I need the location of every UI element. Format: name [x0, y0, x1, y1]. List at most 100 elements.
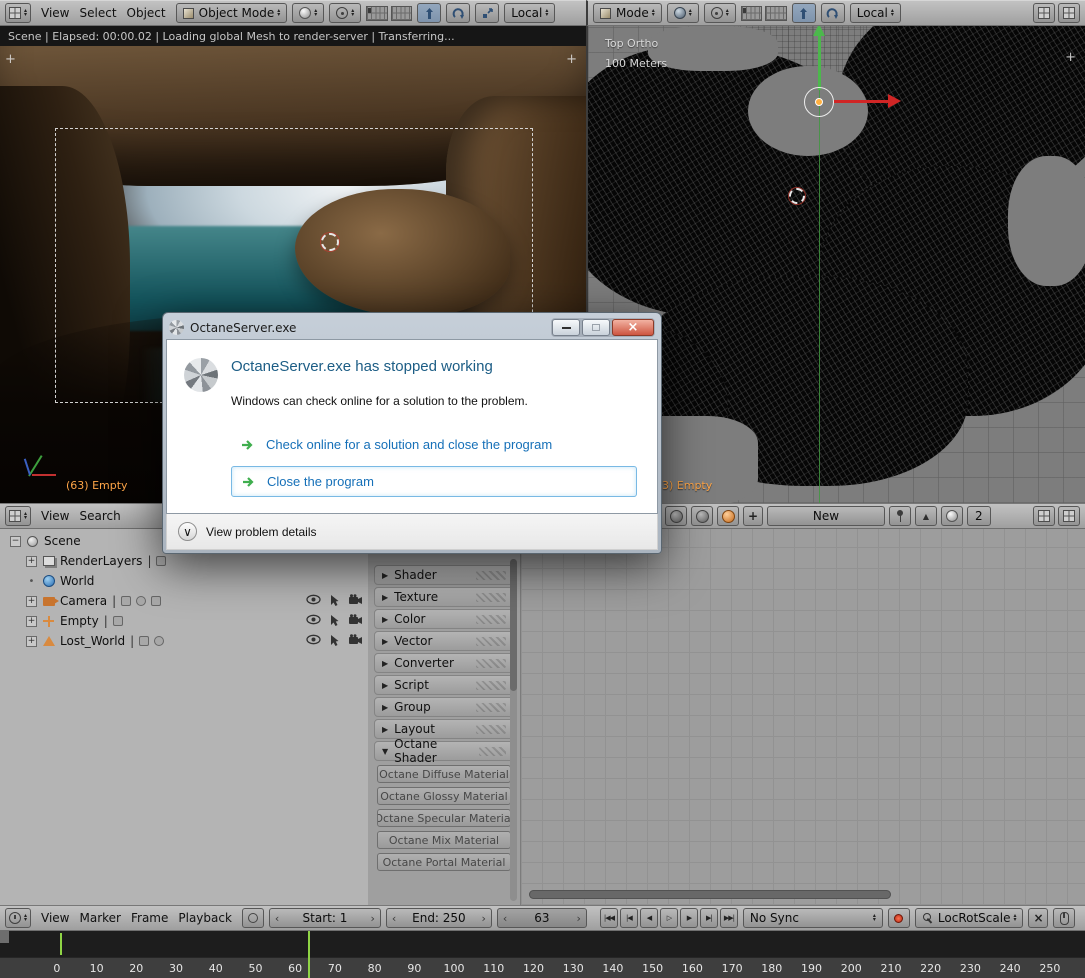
- shelf-panel-header[interactable]: Shader: [374, 565, 514, 585]
- keying-set-select[interactable]: LocRotScale: [914, 908, 1024, 928]
- shelf-scrollbar[interactable]: [510, 559, 517, 901]
- check-online-link[interactable]: Check online for a solution and close th…: [231, 430, 637, 459]
- shelf-panel-header[interactable]: Texture: [374, 587, 514, 607]
- outliner-row-lost-world[interactable]: Lost_World |: [0, 631, 368, 651]
- maximize-button[interactable]: [582, 319, 610, 336]
- layers-grid[interactable]: [366, 5, 413, 21]
- insert-keyframe-button[interactable]: [1053, 908, 1076, 928]
- octane-material-button[interactable]: Octane Diffuse Material: [377, 765, 511, 783]
- menu-item[interactable]: View: [36, 911, 74, 925]
- shelf-panel-header[interactable]: Color: [374, 609, 514, 629]
- orientation-select[interactable]: Local: [504, 3, 556, 23]
- dialog-footer[interactable]: View problem details: [166, 514, 658, 550]
- shelf-panel-header-octane[interactable]: Octane Shader: [374, 737, 514, 765]
- renderability-toggle[interactable]: [348, 634, 363, 648]
- screen-button[interactable]: [1033, 3, 1055, 23]
- octane-material-button[interactable]: Octane Mix Material: [377, 831, 511, 849]
- texture-type-button[interactable]: [691, 506, 713, 526]
- outliner-row-renderlayers[interactable]: RenderLayers |: [0, 551, 368, 571]
- manipulator-x-arrow[interactable]: [834, 100, 890, 103]
- shading-select[interactable]: [292, 3, 325, 23]
- menu-item[interactable]: Marker: [75, 911, 126, 925]
- close-button[interactable]: [612, 319, 654, 336]
- jump-prev-key-button[interactable]: [619, 908, 638, 928]
- shelf-panel-header[interactable]: Converter: [374, 653, 514, 673]
- new-window-button[interactable]: [1058, 506, 1080, 526]
- crash-dialog[interactable]: OctaneServer.exe OctaneServer.exe has st…: [162, 312, 662, 554]
- renderability-toggle[interactable]: [348, 614, 363, 628]
- screen-button[interactable]: [1033, 506, 1055, 526]
- timeline-ruler[interactable]: 0 10 20 30 40 50 60 70 80 90 100 110 120 130 140 150 160…: [0, 957, 1085, 978]
- step-back-button[interactable]: [639, 908, 658, 928]
- play-reverse-button[interactable]: [659, 908, 678, 928]
- node-editor-canvas[interactable]: [520, 527, 1085, 905]
- add-button[interactable]: [743, 506, 763, 526]
- translate-manipulator-button[interactable]: [791, 3, 816, 23]
- close-program-link[interactable]: Close the program: [231, 466, 637, 497]
- jump-end-button[interactable]: [719, 908, 738, 928]
- editor-type-button[interactable]: [5, 908, 32, 928]
- menu-item[interactable]: Frame: [126, 911, 173, 925]
- scale-manipulator-button[interactable]: [475, 3, 500, 23]
- material-type-button[interactable]: [665, 506, 687, 526]
- current-frame-line[interactable]: [308, 931, 310, 978]
- visibility-toggle[interactable]: [306, 634, 321, 648]
- clear-keying-set-button[interactable]: [1028, 908, 1049, 928]
- manipulator-y-arrow[interactable]: [818, 34, 821, 90]
- pivot-select[interactable]: [703, 3, 736, 23]
- preview-range-button[interactable]: [241, 908, 264, 928]
- selectability-toggle[interactable]: [329, 594, 339, 610]
- new-window-button[interactable]: [1058, 3, 1080, 23]
- timeline-track-area[interactable]: [0, 931, 1085, 957]
- menu-item[interactable]: View: [36, 509, 74, 523]
- rotate-manipulator-button[interactable]: [820, 3, 845, 23]
- expand-icon[interactable]: [26, 595, 37, 607]
- mode-select[interactable]: Mode: [593, 3, 662, 23]
- play-button[interactable]: [679, 908, 698, 928]
- render-toggle-icon[interactable]: [156, 556, 167, 566]
- octane-material-button[interactable]: Octane Specular Material: [377, 809, 511, 827]
- octane-material-button[interactable]: Octane Glossy Material: [377, 787, 511, 805]
- menu-item[interactable]: Object: [122, 6, 171, 20]
- pivot-select[interactable]: [329, 3, 362, 23]
- pin-button[interactable]: [889, 506, 911, 526]
- outliner-panel[interactable]: Scene RenderLayers | World Camera | Empt…: [0, 527, 368, 905]
- jump-next-key-button[interactable]: [699, 908, 718, 928]
- visibility-toggle[interactable]: [306, 594, 321, 608]
- collapse-icon[interactable]: [10, 535, 21, 547]
- outliner-row-empty[interactable]: Empty |: [0, 611, 368, 631]
- selectability-toggle[interactable]: [329, 614, 339, 630]
- properties-expand-icon[interactable]: [566, 52, 577, 67]
- menu-item[interactable]: Search: [75, 509, 126, 523]
- details-chevron-icon[interactable]: [178, 522, 197, 541]
- world-type-button[interactable]: [717, 506, 739, 526]
- start-frame-field[interactable]: Start: 1: [268, 908, 381, 928]
- animation-icon[interactable]: [121, 596, 132, 606]
- new-material-button[interactable]: New: [767, 506, 885, 526]
- vertexgroup-icon[interactable]: [154, 636, 165, 646]
- constraint-icon[interactable]: [151, 596, 162, 606]
- jump-start-button[interactable]: [599, 908, 618, 928]
- layers-grid[interactable]: [740, 5, 787, 21]
- dialog-titlebar[interactable]: OctaneServer.exe: [166, 316, 658, 339]
- renderability-toggle[interactable]: [348, 594, 363, 608]
- outliner-row-world[interactable]: World: [0, 571, 368, 591]
- octane-material-button[interactable]: Octane Portal Material: [377, 853, 511, 871]
- translate-manipulator-button[interactable]: [417, 3, 442, 23]
- toolbar-expand-icon[interactable]: [5, 52, 16, 67]
- shelf-panel-header[interactable]: Script: [374, 675, 514, 695]
- outliner-row-camera[interactable]: Camera |: [0, 591, 368, 611]
- shading-select[interactable]: [666, 3, 699, 23]
- cursor-3d[interactable]: [789, 188, 805, 204]
- end-frame-field[interactable]: End: 250: [385, 908, 492, 928]
- editor-type-button[interactable]: [5, 506, 32, 526]
- menu-item[interactable]: Select: [75, 6, 122, 20]
- menu-item[interactable]: Playback: [173, 911, 237, 925]
- cursor-3d[interactable]: [321, 233, 339, 251]
- rotate-manipulator-button[interactable]: [446, 3, 471, 23]
- sync-select[interactable]: No Sync: [742, 908, 883, 928]
- expand-icon[interactable]: [26, 615, 37, 627]
- mode-select[interactable]: Object Mode: [175, 3, 288, 23]
- users-count-button[interactable]: 2: [967, 506, 991, 526]
- shelf-panel-header[interactable]: Layout: [374, 719, 514, 739]
